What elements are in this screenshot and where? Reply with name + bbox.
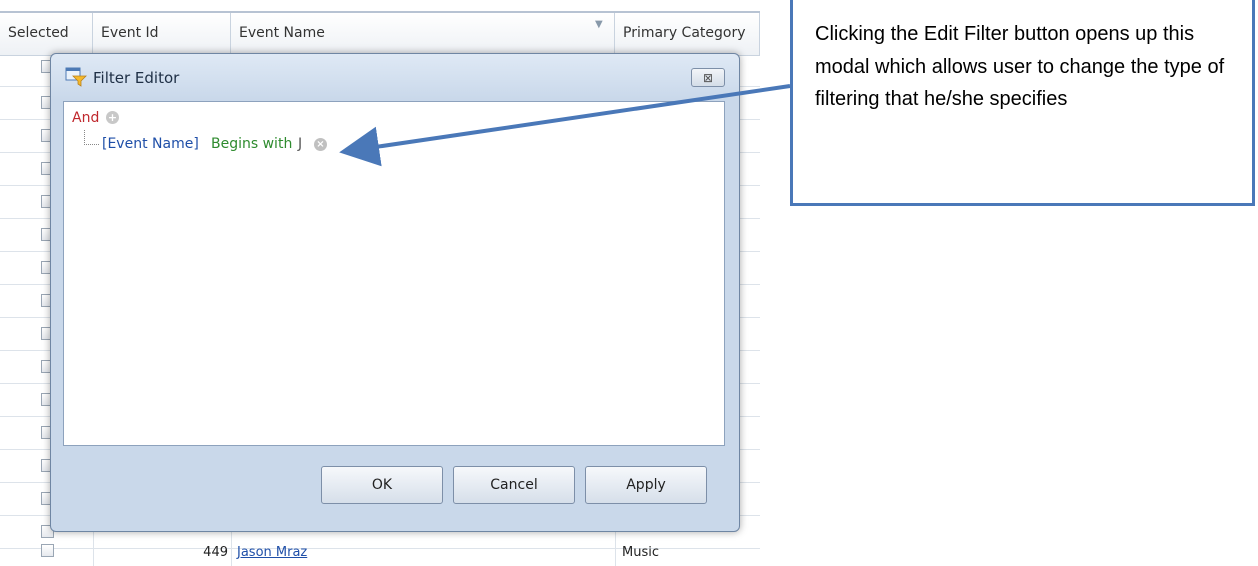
tree-connector — [84, 130, 99, 145]
group-operator[interactable]: And — [72, 110, 99, 126]
remove-condition-icon[interactable]: × — [314, 138, 327, 151]
column-header-event-id[interactable]: Event Id — [93, 13, 231, 55]
grid-header: Selected Event Id Event Name Primary Cat… — [0, 11, 760, 56]
filter-tree-editor[interactable]: And + [Event Name] Begins with J × — [63, 101, 725, 446]
annotation-callout: Clicking the Edit Filter button opens up… — [790, 0, 1255, 206]
ok-button[interactable]: OK — [321, 466, 443, 504]
row-checkbox[interactable] — [41, 544, 54, 557]
column-header-event-name[interactable]: Event Name — [231, 13, 615, 55]
callout-text: Clicking the Edit Filter button opens up… — [815, 23, 1225, 110]
add-condition-icon[interactable]: + — [106, 111, 119, 124]
condition-operator[interactable]: Begins with — [211, 136, 292, 152]
close-button[interactable]: ⊠ — [691, 68, 725, 87]
filter-editor-modal: Filter Editor ⊠ And + [Event Name] Begin… — [50, 53, 740, 532]
primary-category-cell: Music — [622, 545, 659, 560]
apply-button[interactable]: Apply — [585, 466, 707, 504]
condition-field[interactable]: [Event Name] — [102, 136, 199, 152]
modal-titlebar[interactable]: Filter Editor ⊠ — [51, 54, 739, 100]
event-name-link[interactable]: Jason Mraz — [237, 545, 307, 560]
modal-title: Filter Editor — [93, 69, 180, 87]
event-id-cell: 449 — [203, 545, 228, 560]
column-header-primary-category[interactable]: Primary Category — [615, 13, 760, 55]
column-header-selected[interactable]: Selected — [0, 13, 93, 55]
table-row[interactable]: 449 Jason Mraz Music — [0, 530, 760, 563]
cancel-button[interactable]: Cancel — [453, 466, 575, 504]
condition-value[interactable]: J — [298, 136, 302, 152]
column-filter-icon[interactable]: ▼ — [595, 19, 603, 30]
filter-editor-icon — [65, 67, 87, 87]
